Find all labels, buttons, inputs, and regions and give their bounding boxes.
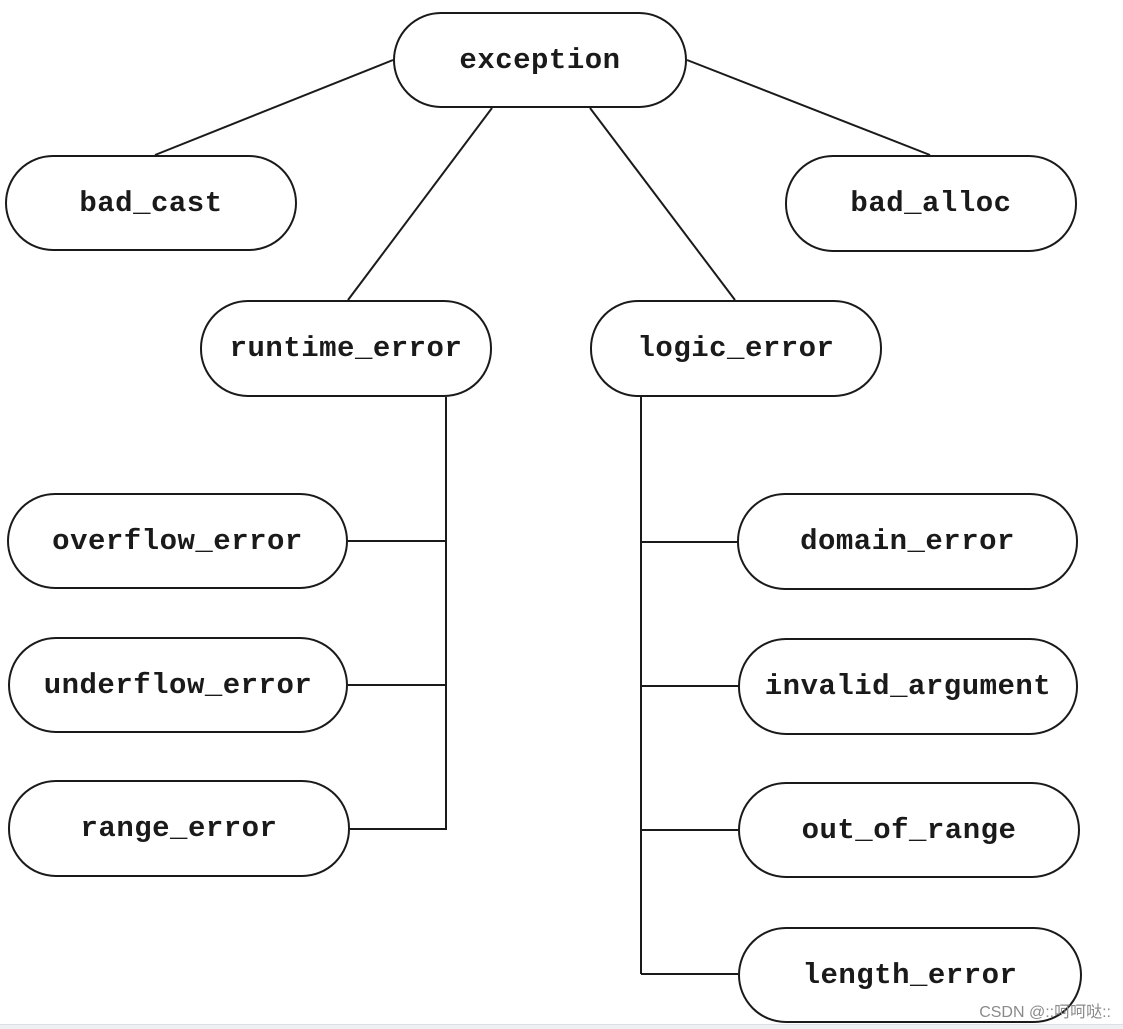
- edge-exception-bad-alloc: [686, 59, 931, 156]
- node-underflow-error: underflow_error: [8, 637, 348, 733]
- edge-exception-logic-error: [589, 107, 736, 301]
- node-domain-error: domain_error: [737, 493, 1078, 590]
- edge-exception-bad-cast: [154, 59, 394, 156]
- node-invalid-argument: invalid_argument: [738, 638, 1078, 735]
- exception-hierarchy-diagram: exception bad_cast bad_alloc runtime_err…: [0, 0, 1123, 1025]
- csdn-watermark: CSDN @::呵呵哒::: [979, 1004, 1111, 1021]
- node-out-of-range: out_of_range: [738, 782, 1080, 878]
- node-bad-alloc: bad_alloc: [785, 155, 1077, 252]
- node-logic-error: logic_error: [590, 300, 882, 397]
- node-exception: exception: [393, 12, 687, 108]
- node-range-error: range_error: [8, 780, 350, 877]
- node-runtime-error: runtime_error: [200, 300, 492, 397]
- node-overflow-error: overflow_error: [7, 493, 348, 589]
- bottom-bar: [0, 1024, 1123, 1029]
- node-bad-cast: bad_cast: [5, 155, 297, 251]
- edge-exception-runtime-error: [347, 107, 493, 301]
